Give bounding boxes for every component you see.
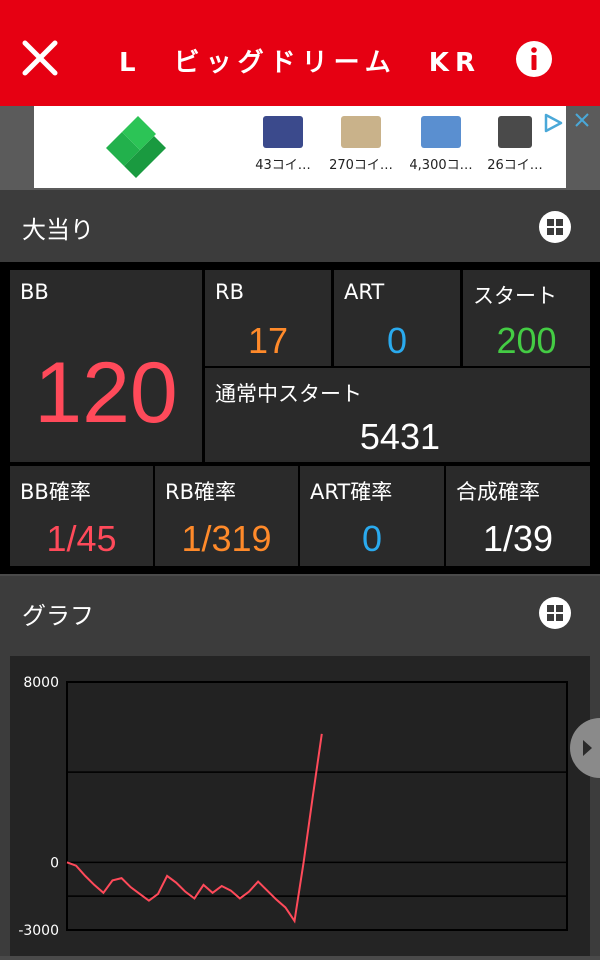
rb-rate-cell: RB確率 1/319 xyxy=(155,466,298,566)
y-tick-label: 8000 xyxy=(23,675,59,691)
graph-panel: 8000 0 -3000 xyxy=(10,656,590,956)
ad-item-label: 270コイ… xyxy=(329,158,393,173)
total-rate-value: 1/39 xyxy=(482,518,554,559)
start-value: 200 xyxy=(496,320,557,361)
start-cell: スタート 200 xyxy=(463,270,590,366)
ad-logo-icon xyxy=(106,116,166,178)
rb-rate-label: RB確率 xyxy=(165,480,236,504)
y-tick-label: -3000 xyxy=(18,923,59,939)
chart-plot-area xyxy=(66,681,568,931)
bb-rate-value: 1/45 xyxy=(46,518,117,559)
art-rate-cell: ART確率 0 xyxy=(300,466,444,566)
chevron-right-icon[interactable] xyxy=(570,718,600,778)
close-icon[interactable] xyxy=(20,38,60,78)
ad-item-label: 4,300コ… xyxy=(409,158,473,173)
ad-thumb xyxy=(498,116,532,148)
normal-start-cell: 通常中スタート 5431 xyxy=(205,368,590,462)
graph-area: 8000 0 -3000 xyxy=(0,648,600,956)
ad-close-icon[interactable] xyxy=(574,112,590,128)
hits-section-title: 大当り xyxy=(22,216,94,244)
total-rate-label: 合成確率 xyxy=(456,480,540,504)
app-header: L ビッグドリーム KR xyxy=(0,0,600,106)
normal-start-label: 通常中スタート xyxy=(215,382,362,406)
ad-banner[interactable]: 43コイ… 270コイ… 4,300コ… 26コイ… xyxy=(34,106,589,188)
ad-item[interactable]: 4,300コ… xyxy=(406,116,476,173)
graph-section-header: グラフ xyxy=(0,576,600,648)
ad-thumb xyxy=(263,116,303,148)
bb-rate-cell: BB確率 1/45 xyxy=(10,466,153,566)
start-label: スタート xyxy=(473,284,557,308)
info-icon[interactable] xyxy=(515,40,553,78)
art-rate-label: ART確率 xyxy=(310,480,393,504)
grid-icon[interactable] xyxy=(538,210,572,244)
bb-label: BB xyxy=(20,280,49,304)
ad-banner-area: 43コイ… 270コイ… 4,300コ… 26コイ… xyxy=(0,106,600,190)
bb-cell: BB 120 xyxy=(10,270,202,462)
adchoices-icon[interactable] xyxy=(542,112,564,134)
rb-label: RB xyxy=(215,280,244,304)
rb-rate-value: 1/319 xyxy=(181,518,272,559)
page-title: L ビッグドリーム KR xyxy=(119,48,481,78)
grid-icon[interactable] xyxy=(538,596,572,630)
ad-thumb xyxy=(341,116,381,148)
graph-section-title: グラフ xyxy=(22,602,94,630)
stats-panel: BB 120 RB 17 ART 0 スタート 200 通常中スタート 5431… xyxy=(0,262,600,574)
normal-start-value: 5431 xyxy=(359,416,440,457)
ad-thumb xyxy=(421,116,461,148)
bb-value: 120 xyxy=(34,345,178,441)
ad-item[interactable]: 26コイ… xyxy=(484,116,546,173)
ad-item[interactable]: 270コイ… xyxy=(326,116,396,173)
art-value: 0 xyxy=(386,320,408,361)
y-tick-label: 0 xyxy=(50,855,59,871)
bb-rate-label: BB確率 xyxy=(20,480,91,504)
art-rate-value: 0 xyxy=(361,518,383,559)
rb-cell: RB 17 xyxy=(205,270,331,366)
art-label: ART xyxy=(344,280,385,304)
total-rate-cell: 合成確率 1/39 xyxy=(446,466,590,566)
ad-item[interactable]: 43コイ… xyxy=(248,116,318,173)
rb-value: 17 xyxy=(247,320,289,361)
ad-item-label: 43コイ… xyxy=(255,158,311,173)
hits-section-header: 大当り xyxy=(0,190,600,262)
ad-item-label: 26コイ… xyxy=(487,158,543,173)
slump-chart: 8000 0 -3000 xyxy=(18,675,568,939)
art-cell: ART 0 xyxy=(334,270,460,366)
